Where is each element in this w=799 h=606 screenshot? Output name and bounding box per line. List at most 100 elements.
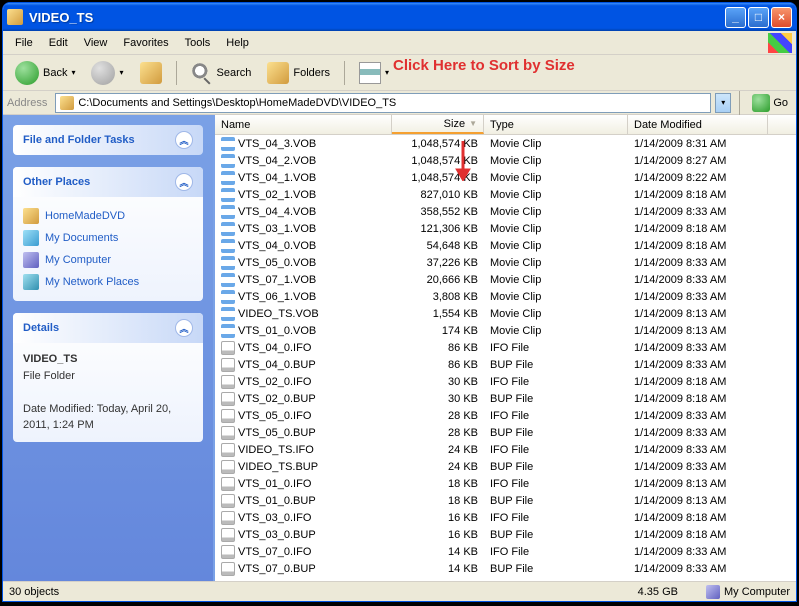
file-row[interactable]: VTS_07_0.BUP14 KBBUP File1/14/2009 8:33 …	[215, 560, 796, 577]
menu-favorites[interactable]: Favorites	[115, 33, 176, 53]
column-date[interactable]: Date Modified	[628, 115, 768, 134]
tasks-panel-header[interactable]: File and Folder Tasks ︽	[13, 125, 203, 155]
file-row[interactable]: VTS_01_0.IFO18 KBIFO File1/14/2009 8:13 …	[215, 475, 796, 492]
file-row[interactable]: VTS_07_0.IFO14 KBIFO File1/14/2009 8:33 …	[215, 543, 796, 560]
file-icon	[221, 256, 235, 270]
file-row[interactable]: VIDEO_TS.BUP24 KBBUP File1/14/2009 8:33 …	[215, 458, 796, 475]
file-row[interactable]: VTS_05_0.IFO28 KBIFO File1/14/2009 8:33 …	[215, 407, 796, 424]
file-size: 174 KB	[392, 325, 484, 337]
column-name[interactable]: Name	[215, 115, 392, 134]
file-row[interactable]: VTS_03_1.VOB121,306 KBMovie Clip1/14/200…	[215, 220, 796, 237]
file-type: Movie Clip	[484, 189, 628, 201]
file-name: VIDEO_TS.IFO	[238, 444, 314, 456]
file-type: IFO File	[484, 376, 628, 388]
file-row[interactable]: VTS_03_0.IFO16 KBIFO File1/14/2009 8:18 …	[215, 509, 796, 526]
file-list[interactable]: VTS_04_3.VOB1,048,574 KBMovie Clip1/14/2…	[215, 135, 796, 581]
close-button[interactable]: ×	[771, 7, 792, 28]
file-icon	[221, 324, 235, 338]
file-row[interactable]: VTS_06_1.VOB3,808 KBMovie Clip1/14/2009 …	[215, 288, 796, 305]
file-date: 1/14/2009 8:33 AM	[628, 291, 768, 303]
chevron-down-icon: ▾	[119, 68, 123, 77]
place-icon	[23, 252, 39, 268]
file-row[interactable]: VTS_04_3.VOB1,048,574 KBMovie Clip1/14/2…	[215, 135, 796, 152]
sidebar-place-item[interactable]: My Documents	[23, 227, 193, 249]
file-row[interactable]: VTS_05_0.BUP28 KBBUP File1/14/2009 8:33 …	[215, 424, 796, 441]
file-row[interactable]: VTS_02_0.BUP30 KBBUP File1/14/2009 8:18 …	[215, 390, 796, 407]
menu-file[interactable]: File	[7, 33, 41, 53]
file-row[interactable]: VTS_04_4.VOB358,552 KBMovie Clip1/14/200…	[215, 203, 796, 220]
back-button[interactable]: Back ▾	[9, 57, 81, 89]
menu-help[interactable]: Help	[218, 33, 257, 53]
go-button[interactable]: Go	[748, 92, 792, 114]
file-row[interactable]: VTS_01_0.BUP18 KBBUP File1/14/2009 8:13 …	[215, 492, 796, 509]
file-date: 1/14/2009 8:18 AM	[628, 512, 768, 524]
maximize-button[interactable]: □	[748, 7, 769, 28]
address-input[interactable]: C:\Documents and Settings\Desktop\HomeMa…	[55, 93, 711, 113]
file-row[interactable]: VTS_04_0.IFO86 KBIFO File1/14/2009 8:33 …	[215, 339, 796, 356]
file-row[interactable]: VTS_04_1.VOB1,048,574 KBMovie Clip1/14/2…	[215, 169, 796, 186]
file-row[interactable]: VIDEO_TS.VOB1,554 KBMovie Clip1/14/2009 …	[215, 305, 796, 322]
minimize-button[interactable]: _	[725, 7, 746, 28]
collapse-icon[interactable]: ︽	[175, 131, 193, 149]
file-row[interactable]: VTS_07_1.VOB20,666 KBMovie Clip1/14/2009…	[215, 271, 796, 288]
sidebar-place-item[interactable]: My Computer	[23, 249, 193, 271]
file-size: 18 KB	[392, 478, 484, 490]
file-type: IFO File	[484, 512, 628, 524]
file-date: 1/14/2009 8:18 AM	[628, 223, 768, 235]
menu-view[interactable]: View	[76, 33, 116, 53]
collapse-icon[interactable]: ︽	[175, 319, 193, 337]
sidebar-place-item[interactable]: My Network Places	[23, 271, 193, 293]
file-icon	[221, 171, 235, 185]
file-size: 30 KB	[392, 376, 484, 388]
file-row[interactable]: VTS_01_0.VOB174 KBMovie Clip1/14/2009 8:…	[215, 322, 796, 339]
annotation-text: Click Here to Sort by Size	[393, 57, 575, 74]
file-row[interactable]: VTS_05_0.VOB37,226 KBMovie Clip1/14/2009…	[215, 254, 796, 271]
sidebar-place-item[interactable]: HomeMadeDVD	[23, 205, 193, 227]
file-date: 1/14/2009 8:33 AM	[628, 546, 768, 558]
file-type: Movie Clip	[484, 325, 628, 337]
views-button[interactable]: ▾	[353, 58, 395, 88]
titlebar[interactable]: VIDEO_TS _ □ ×	[3, 3, 796, 31]
file-type: Movie Clip	[484, 223, 628, 235]
status-disk-size: 4.35 GB	[498, 586, 698, 598]
file-type: Movie Clip	[484, 172, 628, 184]
file-name: VTS_07_1.VOB	[238, 274, 316, 286]
up-folder-icon	[140, 62, 162, 84]
file-date: 1/14/2009 8:13 AM	[628, 495, 768, 507]
file-row[interactable]: VTS_02_0.IFO30 KBIFO File1/14/2009 8:18 …	[215, 373, 796, 390]
search-button[interactable]: Search	[185, 58, 258, 88]
file-size: 54,648 KB	[392, 240, 484, 252]
menu-tools[interactable]: Tools	[177, 33, 219, 53]
file-date: 1/14/2009 8:33 AM	[628, 461, 768, 473]
up-button[interactable]	[134, 58, 168, 88]
file-type: Movie Clip	[484, 206, 628, 218]
address-dropdown[interactable]: ▾	[715, 93, 731, 113]
go-icon	[752, 94, 770, 112]
file-icon	[221, 494, 235, 508]
file-row[interactable]: VTS_02_1.VOB827,010 KBMovie Clip1/14/200…	[215, 186, 796, 203]
file-name: VTS_05_0.VOB	[238, 257, 316, 269]
menu-edit[interactable]: Edit	[41, 33, 76, 53]
folders-button[interactable]: Folders	[261, 58, 336, 88]
collapse-icon[interactable]: ︽	[175, 173, 193, 191]
file-date: 1/14/2009 8:33 AM	[628, 342, 768, 354]
places-panel-header[interactable]: Other Places ︽	[13, 167, 203, 197]
file-name: VTS_04_0.IFO	[238, 342, 311, 354]
details-panel-header[interactable]: Details ︽	[13, 313, 203, 343]
annotation-arrow-icon	[453, 141, 473, 181]
views-icon	[359, 62, 381, 84]
file-row[interactable]: VTS_03_0.BUP16 KBBUP File1/14/2009 8:18 …	[215, 526, 796, 543]
column-type[interactable]: Type	[484, 115, 628, 134]
file-size: 28 KB	[392, 427, 484, 439]
file-size: 1,554 KB	[392, 308, 484, 320]
file-row[interactable]: VTS_04_0.BUP86 KBBUP File1/14/2009 8:33 …	[215, 356, 796, 373]
column-size[interactable]: Size▼	[392, 115, 484, 134]
file-row[interactable]: VTS_04_0.VOB54,648 KBMovie Clip1/14/2009…	[215, 237, 796, 254]
file-row[interactable]: VIDEO_TS.IFO24 KBIFO File1/14/2009 8:33 …	[215, 441, 796, 458]
file-icon	[221, 528, 235, 542]
address-path: C:\Documents and Settings\Desktop\HomeMa…	[78, 97, 396, 109]
file-row[interactable]: VTS_04_2.VOB1,048,574 KBMovie Clip1/14/2…	[215, 152, 796, 169]
folder-icon	[7, 9, 23, 25]
chevron-down-icon: ▾	[385, 68, 389, 77]
forward-button[interactable]: ▾	[85, 57, 129, 89]
